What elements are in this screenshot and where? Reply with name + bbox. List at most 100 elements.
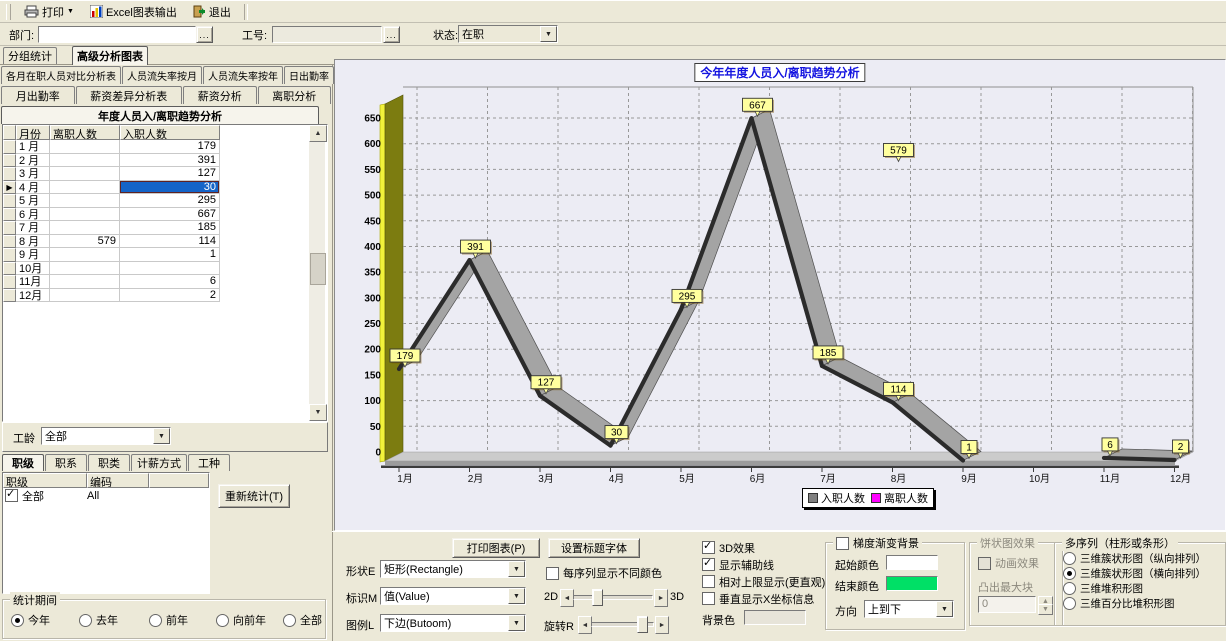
option-checkbox[interactable] [702,592,715,605]
grid-cell[interactable] [50,208,120,222]
grid-cell[interactable]: 11月 [16,275,50,289]
period-option-全部[interactable]: 全部 [283,612,322,628]
grid-cell[interactable]: 9 月 [16,248,50,262]
row-indicator[interactable] [3,140,16,154]
multi-series-radio[interactable] [1063,582,1076,595]
shape-select[interactable]: 矩形(Rectangle) ▼ [380,560,526,578]
grid-vscrollbar[interactable]: ▲ ▼ [309,125,325,419]
period-radio[interactable] [283,614,296,627]
grid-cell[interactable]: 3 月 [16,167,50,181]
grid-cell[interactable]: 179 [120,140,220,154]
category-tab-计薪方式[interactable]: 计薪方式 [131,454,187,471]
grid-cell[interactable]: 8 月 [16,235,50,249]
grid-cell[interactable]: 5 月 [16,194,50,208]
multi-series-option[interactable]: 三维簇状形图（横向排列） [1063,566,1206,581]
grid-cell[interactable]: 667 [120,208,220,222]
grid-cell[interactable] [50,221,120,235]
toolbar-grip[interactable] [6,4,11,20]
gradient-dir-arrow-icon[interactable]: ▼ [936,601,953,617]
grid-cell[interactable]: 127 [120,167,220,181]
status-dropdown-arrow-icon[interactable]: ▼ [540,26,557,42]
row-indicator[interactable] [3,275,16,289]
emp-input[interactable] [272,26,382,43]
grid-cell[interactable]: 6 月 [16,208,50,222]
grid-cell[interactable] [50,194,120,208]
subtab-薪资分析[interactable]: 薪资分析 [183,86,257,104]
series-colors-option[interactable]: 每序列显示不同颜色 [546,565,662,581]
mark-select[interactable]: 值(Value) ▼ [380,587,526,605]
grid-cell[interactable]: 295 [120,194,220,208]
category-tab-职类[interactable]: 职类 [88,454,130,471]
multi-series-option[interactable]: 三维百分比堆积形图 [1063,596,1206,611]
rotate-right-arrow-icon[interactable]: ► [655,616,669,634]
excel-export-button[interactable]: Excel图表输出 [84,1,183,23]
row-indicator[interactable] [3,154,16,168]
row-indicator[interactable] [3,262,16,276]
subtab-annual-trend[interactable]: 年度人员入/离职趋势分析 [1,106,319,124]
grid-cell[interactable] [50,154,120,168]
grid-cell[interactable]: 2 月 [16,154,50,168]
subtab-离职分析[interactable]: 离职分析 [258,86,332,104]
multi-series-radio[interactable] [1063,552,1076,565]
bg-color-swatch[interactable] [744,610,806,625]
grid-cell[interactable]: 579 [50,235,120,249]
grid-cell[interactable]: 2 [120,289,220,303]
dept-input[interactable] [38,26,196,43]
gradient-start-swatch[interactable] [886,555,938,570]
chart-option-垂直显示X坐标信息[interactable]: 垂直显示X坐标信息 [702,590,832,607]
multi-series-radio[interactable] [1063,567,1076,580]
subtab-人员流失率按月[interactable]: 人员流失率按月 [122,66,202,84]
dept-picker-button[interactable]: ... [196,26,213,43]
option-checkbox[interactable] [702,575,715,588]
category-tab-工种[interactable]: 工种 [188,454,230,471]
grid-cell[interactable]: 6 [120,275,220,289]
subtab-日出勤率[interactable]: 日出勤率 [284,66,334,84]
period-radio[interactable] [216,614,229,627]
option-checkbox[interactable] [702,541,715,554]
grid-cell[interactable]: 391 [120,154,220,168]
grid-cell[interactable]: 4 月 [16,181,50,195]
period-radio[interactable] [11,614,24,627]
shape-dropdown-arrow-icon[interactable]: ▼ [508,561,525,577]
legend-dropdown-arrow-icon[interactable]: ▼ [508,615,525,631]
print-dropdown-caret-icon[interactable]: ▼ [67,8,74,15]
row-indicator[interactable] [3,221,16,235]
multi-series-option[interactable]: 三维堆积形图 [1063,581,1206,596]
subtab-各月在职人员对比分析表[interactable]: 各月在职人员对比分析表 [1,66,121,84]
row-indicator[interactable] [3,167,16,181]
mark-dropdown-arrow-icon[interactable]: ▼ [508,588,525,604]
grid-cell[interactable] [50,140,120,154]
grid-cell[interactable]: 185 [120,221,220,235]
scroll-thumb[interactable] [310,253,326,285]
grid-cell[interactable]: 1 [120,248,220,262]
subtab-人员流失率按年[interactable]: 人员流失率按年 [203,66,283,84]
category-tab-职系[interactable]: 职系 [45,454,87,471]
age-dropdown-arrow-icon[interactable]: ▼ [153,428,170,444]
chart-option-相对上限显示(更直观)[interactable]: 相对上限显示(更直观) [702,573,832,590]
tab-advanced-charts[interactable]: 高级分析图表 [72,46,148,65]
recount-button[interactable]: 重新统计(T) [218,484,290,508]
row-indicator[interactable] [3,289,16,303]
period-radio[interactable] [79,614,92,627]
grid-cell[interactable] [50,248,120,262]
grid-cell[interactable] [120,262,220,276]
gradient-checkbox[interactable] [836,537,849,550]
scroll-up-arrow-icon[interactable]: ▲ [309,125,327,142]
option-checkbox[interactable] [702,558,715,571]
grid-cell[interactable] [50,289,120,303]
print-chart-button[interactable]: 打印图表(P) [452,538,540,558]
grid-cell[interactable] [50,167,120,181]
gradient-end-swatch[interactable] [886,576,938,591]
legend-pos-select[interactable]: 下边(Butoom) ▼ [380,614,526,632]
series-colors-checkbox[interactable] [546,567,559,580]
depth-slider[interactable] [573,589,653,605]
grid-cell[interactable]: 10月 [16,262,50,276]
grid-cell[interactable]: 114 [120,235,220,249]
category-tab-职级[interactable]: 职级 [2,454,44,471]
gradient-dir-select[interactable]: 上到下 ▼ [864,600,954,618]
period-radio[interactable] [149,614,162,627]
period-option-去年[interactable]: 去年 [79,612,118,628]
status-select[interactable]: 在职 ▼ [458,25,558,43]
period-option-今年[interactable]: 今年 [11,612,50,628]
chart-option-3D效果[interactable]: 3D效果 [702,539,832,556]
